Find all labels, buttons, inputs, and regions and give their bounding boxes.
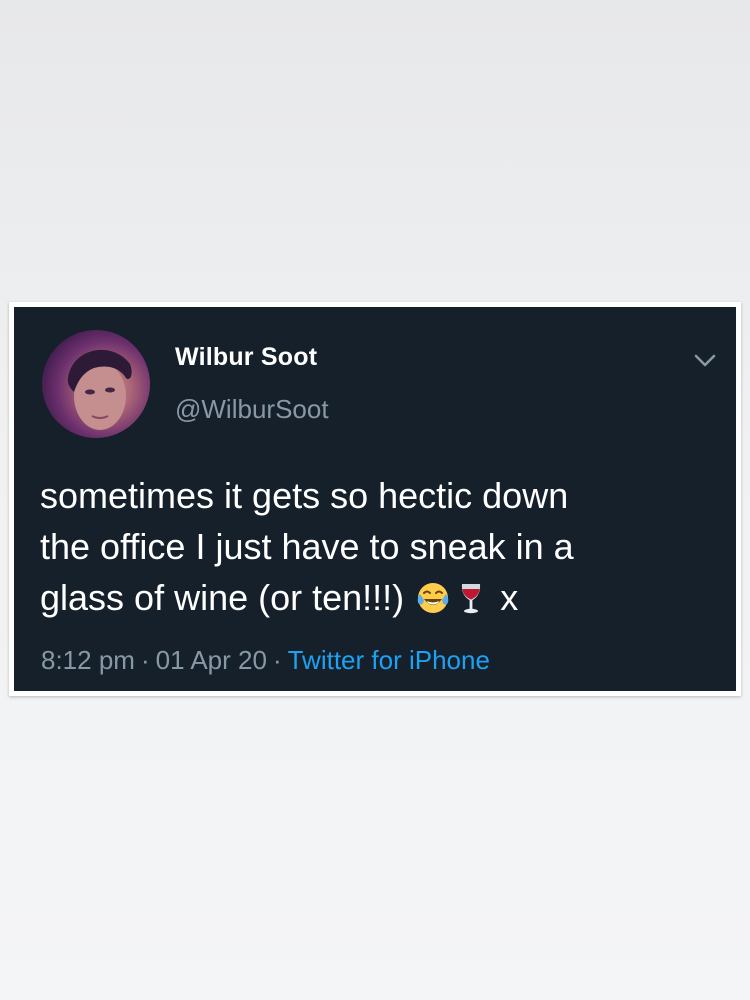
poster-frame: Wilbur Soot @WilburSoot sometimes it get… (9, 302, 741, 696)
tweet-text-line: sometimes it gets so hectic down (40, 475, 569, 516)
display-name[interactable]: Wilbur Soot (175, 343, 317, 372)
tweet-text-line: the office I just have to sneak in a (40, 526, 574, 567)
tweet-source-link[interactable]: Twitter for iPhone (288, 645, 490, 675)
chevron-down-icon[interactable] (692, 347, 718, 373)
wine-glass-icon (462, 584, 481, 614)
avatar-portrait-icon (42, 330, 150, 438)
separator-dot: · (140, 645, 150, 675)
tweet-text-line-last: glass of wine (or ten!!!) x (40, 572, 720, 623)
tweet-metadata: 8:12 pm · 01 Apr 20 · Twitter for iPhone (41, 645, 490, 676)
avatar[interactable] (42, 330, 150, 438)
user-handle[interactable]: @WilburSoot (175, 394, 329, 425)
tweet-text: sometimes it gets so hectic down the off… (40, 470, 720, 623)
tweet-date[interactable]: 01 Apr 20 (156, 645, 267, 675)
tweet-card: Wilbur Soot @WilburSoot sometimes it get… (14, 307, 736, 691)
tweet-time[interactable]: 8:12 pm (41, 645, 135, 675)
tweet-text-line: glass of wine (or ten!!!) (40, 577, 405, 618)
face-with-tears-of-joy-icon (417, 583, 449, 613)
separator-dot: · (272, 645, 282, 675)
tweet-text-suffix: x (500, 577, 519, 618)
